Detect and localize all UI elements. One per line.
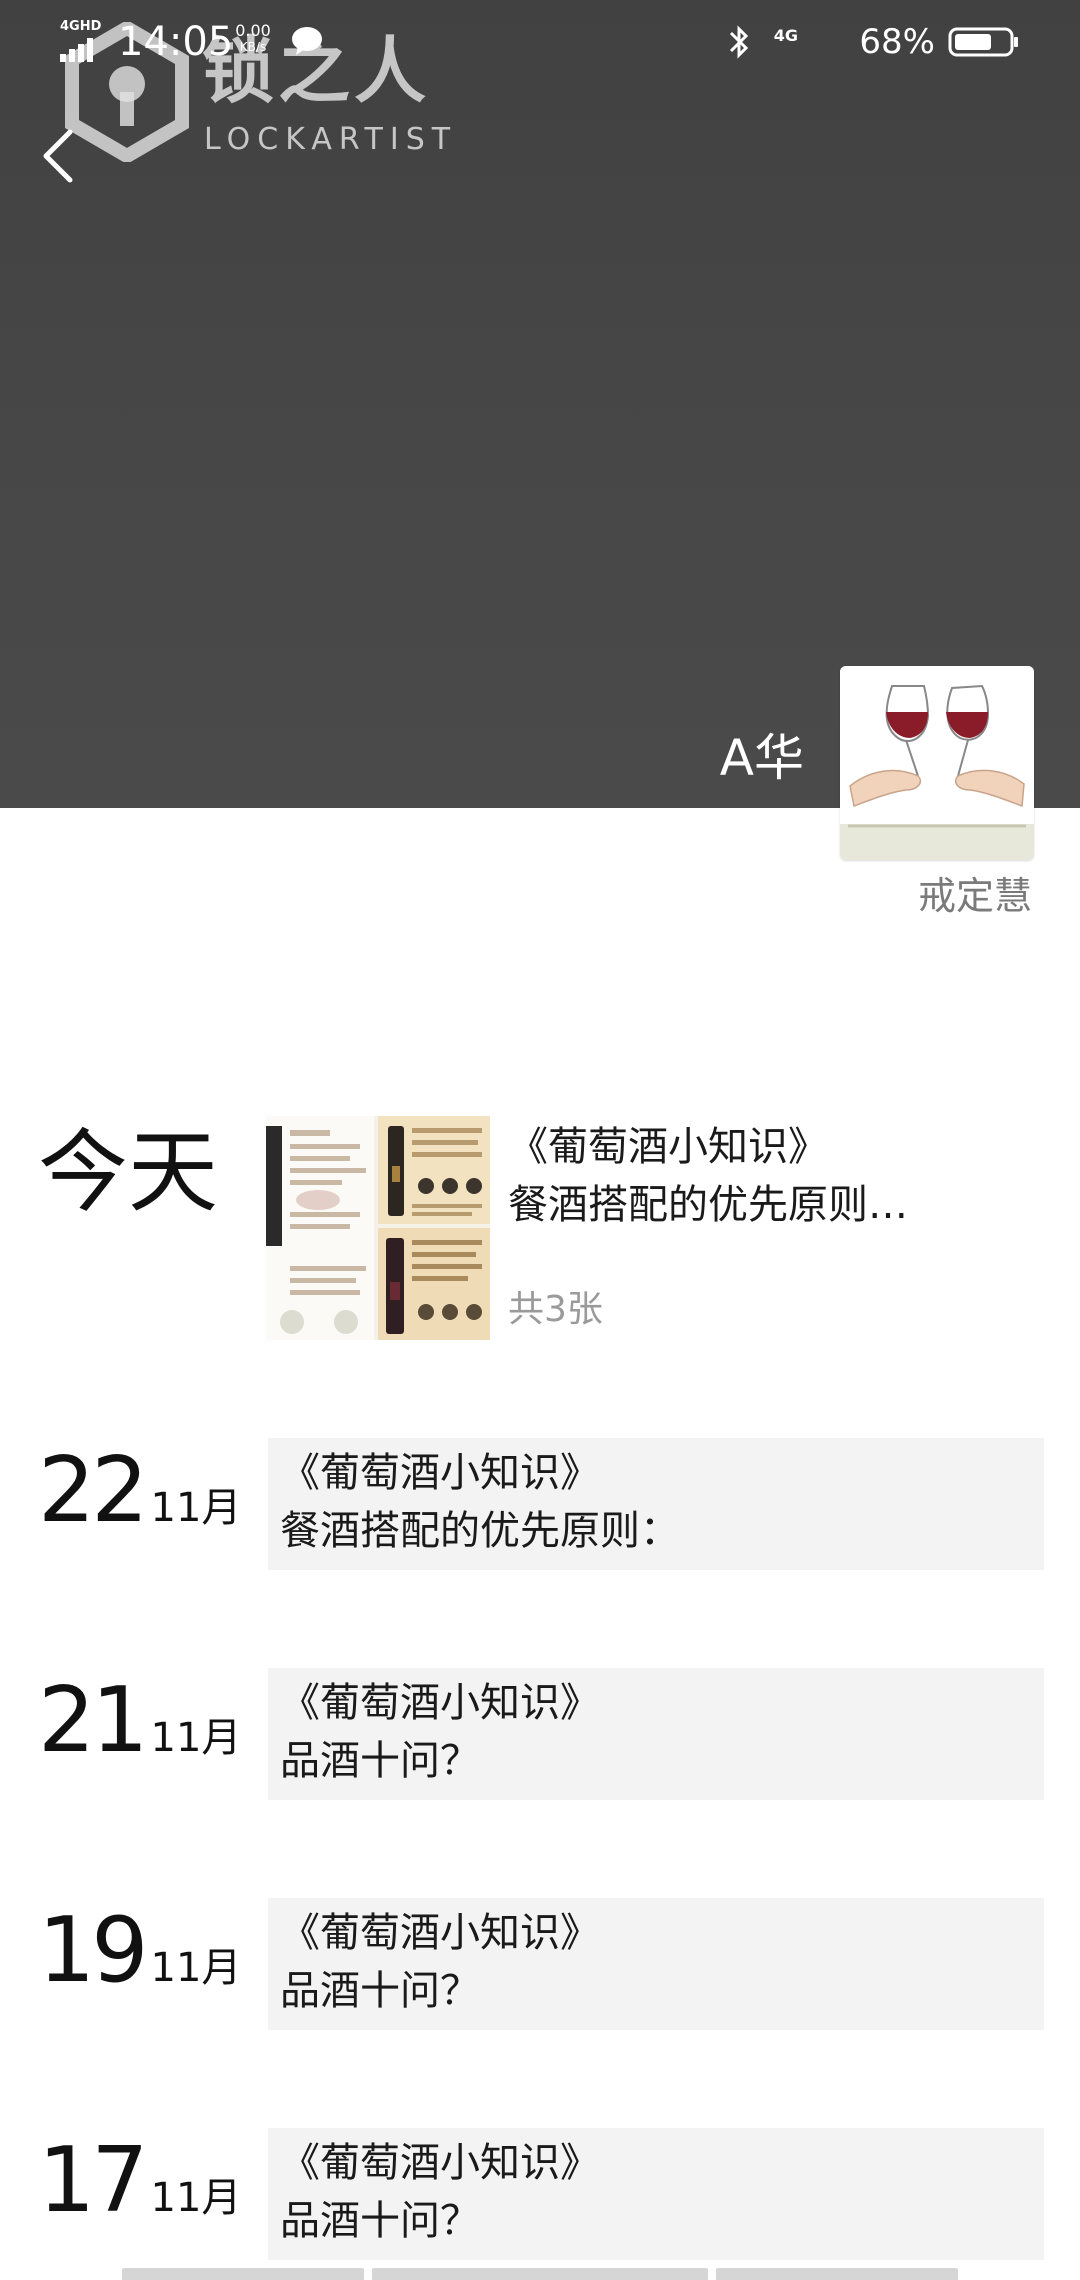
today-post-title: 《葡萄酒小知识》	[508, 1124, 828, 1170]
post-date: 22 11月	[38, 1436, 241, 1546]
post-item: 19 11月 《葡萄酒小知识》 品酒十问？	[0, 1896, 1080, 2036]
post-day: 17	[38, 2128, 149, 2233]
post-card[interactable]: 《葡萄酒小知识》 品酒十问？	[268, 1668, 1044, 1800]
next-row-thumbnails	[0, 2268, 1080, 2280]
chevron-left-icon	[43, 129, 73, 183]
net-speed-unit: KB/s	[239, 40, 267, 54]
wine-info-collage-image	[266, 1116, 490, 1340]
post-title: 《葡萄酒小知识》	[280, 1680, 600, 1726]
today-post-text[interactable]: 《葡萄酒小知识》 餐酒搭配的优先原则…	[508, 1118, 1038, 1234]
post-subtitle: 品酒十问？	[280, 1738, 480, 1784]
profile-signature: 戒定慧	[917, 874, 1032, 918]
watermark-name-en: LOCKARTIST	[204, 122, 458, 157]
net-speed-value: 0.00	[235, 21, 271, 40]
post-card[interactable]: 《葡萄酒小知识》 品酒十问？	[268, 2128, 1044, 2260]
bluetooth-icon	[729, 25, 749, 59]
post-month: 11月	[150, 1485, 242, 1531]
chat-bubble-icon	[292, 27, 322, 55]
post-subtitle: 品酒十问？	[280, 2198, 480, 2244]
battery-icon	[948, 27, 1018, 57]
net-speed: 0.00 KB/s	[228, 21, 278, 55]
status-right-group: 4G 68%	[620, 18, 1020, 66]
post-month: 11月	[150, 1945, 242, 1991]
post-item: 22 11月 《葡萄酒小知识》 餐酒搭配的优先原则：	[0, 1436, 1080, 1576]
wine-toast-avatar-image	[840, 666, 1034, 860]
partial-thumbnail[interactable]	[372, 2268, 708, 2280]
signal-indicator: 4GHD	[60, 19, 102, 62]
moments-album-page: 锁之人 LOCKARTIST 4GHD 14:05 0.00 KB/s 4G 6…	[0, 0, 1080, 2280]
profile-name[interactable]: A华	[720, 728, 804, 788]
post-day: 21	[38, 1668, 149, 1773]
post-subtitle: 餐酒搭配的优先原则：	[280, 1508, 680, 1554]
post-date: 21 11月	[38, 1666, 241, 1776]
partial-thumbnail[interactable]	[122, 2268, 364, 2280]
avatar[interactable]	[840, 666, 1034, 860]
post-title: 《葡萄酒小知识》	[280, 2140, 600, 2186]
post-month: 11月	[150, 2175, 242, 2221]
post-day: 19	[38, 1898, 149, 2003]
battery-percent: 68%	[859, 22, 935, 62]
status-bar: 4GHD 14:05 0.00 KB/s 4G 68%	[0, 0, 1080, 84]
post-date: 17 11月	[38, 2126, 241, 2236]
clock: 14:05	[118, 19, 234, 65]
today-post-subtitle: 餐酒搭配的优先原则…	[508, 1182, 908, 1228]
post-subtitle: 品酒十问？	[280, 1968, 480, 2014]
signal-icon	[60, 38, 93, 62]
post-card[interactable]: 《葡萄酒小知识》 品酒十问？	[268, 1898, 1044, 2030]
partial-thumbnail[interactable]	[716, 2268, 958, 2280]
post-day: 22	[38, 1438, 149, 1543]
network-type-label: 4GHD	[60, 19, 102, 34]
post-title: 《葡萄酒小知识》	[280, 1450, 600, 1496]
post-title: 《葡萄酒小知识》	[280, 1910, 600, 1956]
back-button[interactable]	[30, 120, 90, 190]
date-today-label: 今天	[38, 1120, 218, 1225]
post-date: 19 11月	[38, 1896, 241, 2006]
post-item: 21 11月 《葡萄酒小知识》 品酒十问？	[0, 1666, 1080, 1806]
post-thumbnail[interactable]	[266, 1116, 490, 1340]
post-card[interactable]: 《葡萄酒小知识》 餐酒搭配的优先原则：	[268, 1438, 1044, 1570]
post-month: 11月	[150, 1715, 242, 1761]
cellular-label: 4G	[773, 26, 798, 45]
photo-count: 共3张	[508, 1289, 603, 1330]
post-item: 17 11月 《葡萄酒小知识》 品酒十问？	[0, 2126, 1080, 2266]
